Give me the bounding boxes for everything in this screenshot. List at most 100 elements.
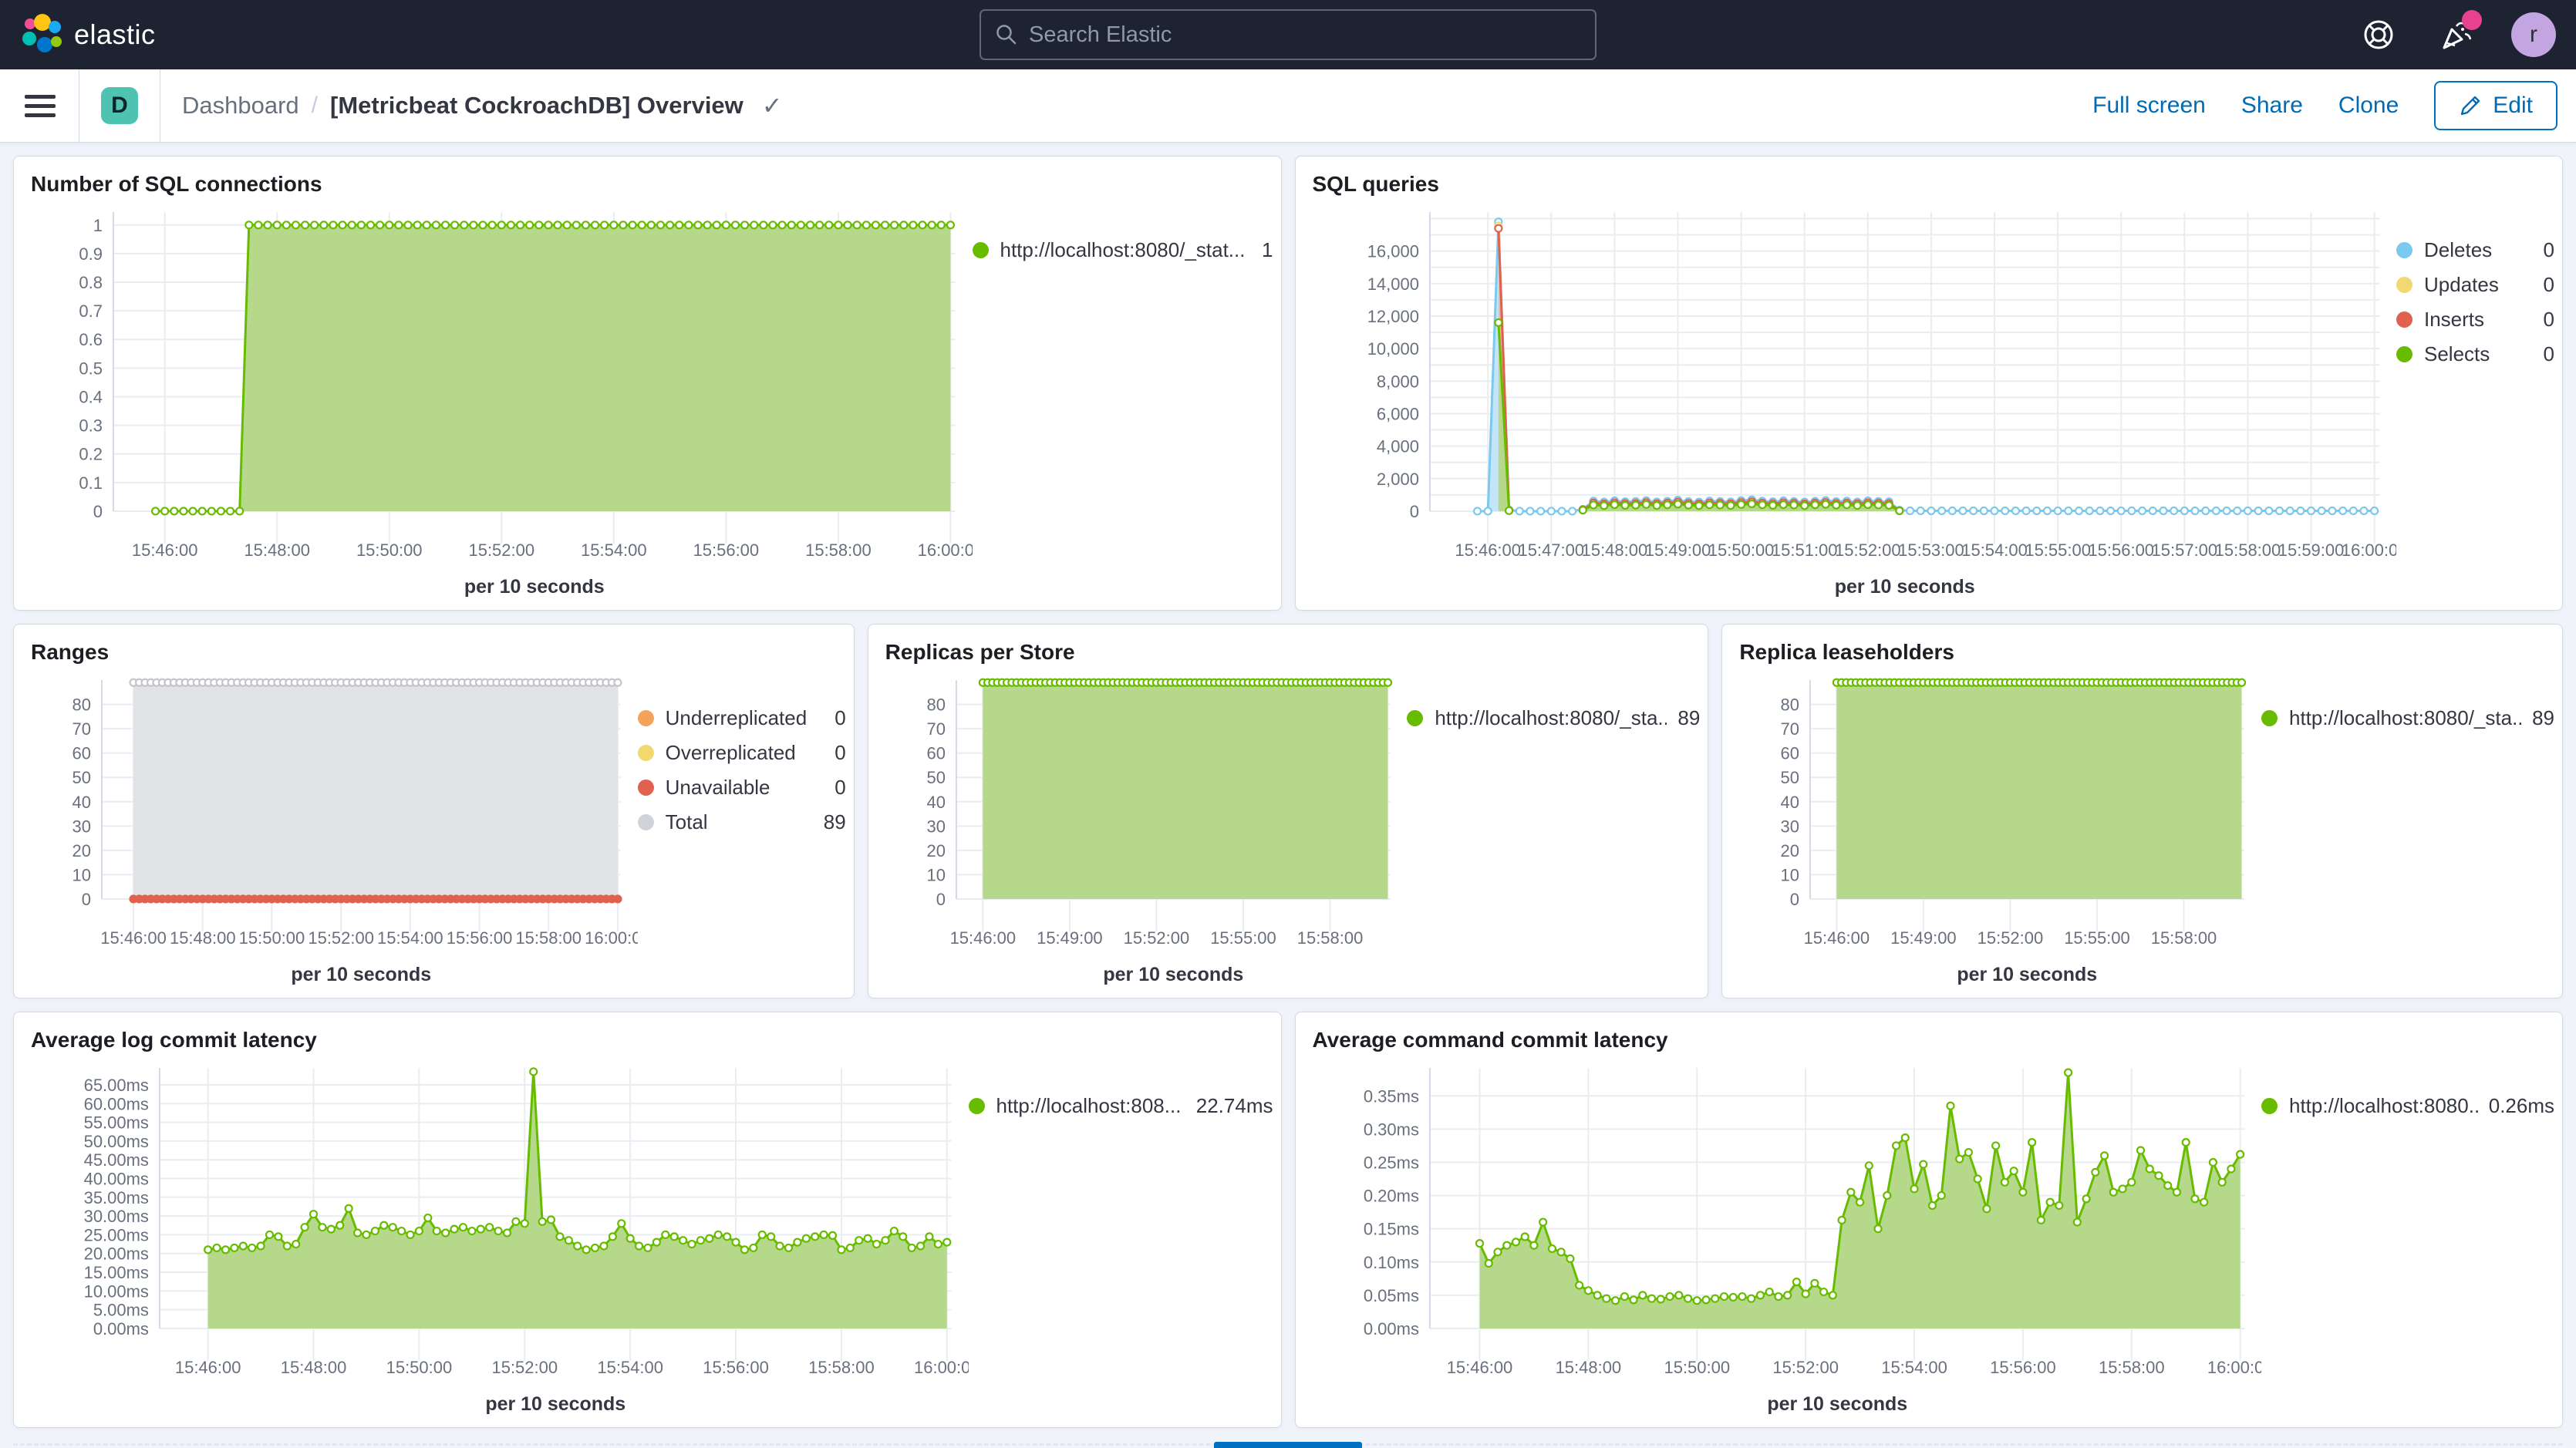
- svg-text:0.25ms: 0.25ms: [1363, 1153, 1418, 1172]
- edit-button[interactable]: Edit: [2434, 81, 2557, 130]
- panel-replica-leaseholders[interactable]: Replica leaseholders 0102030405060708015…: [1721, 624, 2563, 998]
- legend-item[interactable]: Updates0: [2396, 270, 2554, 299]
- elastic-logo[interactable]: elastic: [0, 13, 156, 56]
- panel-ranges[interactable]: Ranges 0102030405060708015:46:0015:48:00…: [13, 624, 855, 998]
- svg-text:15:49:00: 15:49:00: [1890, 928, 1957, 948]
- svg-text:0.35ms: 0.35ms: [1363, 1086, 1418, 1106]
- legend-item[interactable]: http://localhost:8080...0.26ms: [2261, 1091, 2554, 1120]
- svg-text:0.05ms: 0.05ms: [1363, 1286, 1418, 1305]
- svg-text:60: 60: [926, 744, 945, 763]
- svg-text:15:46:00: 15:46:00: [949, 928, 1016, 948]
- share-button[interactable]: Share: [2241, 93, 2303, 119]
- svg-text:16:00:00: 16:00:00: [918, 540, 973, 560]
- legend-series-label: Updates: [2424, 273, 2499, 297]
- x-axis-title: per 10 seconds: [1103, 964, 1243, 985]
- full-screen-button[interactable]: Full screen: [2092, 93, 2206, 119]
- svg-text:0.30ms: 0.30ms: [1363, 1120, 1418, 1139]
- panel-average-log-commit-latency[interactable]: Average log commit latency 0.00ms5.00ms1…: [13, 1012, 1282, 1428]
- svg-text:0.00ms: 0.00ms: [1363, 1319, 1418, 1339]
- svg-text:15:48:00: 15:48:00: [170, 928, 236, 948]
- svg-text:15:55:00: 15:55:00: [2065, 928, 2131, 948]
- svg-text:15:51:00: 15:51:00: [1771, 540, 1837, 560]
- top-navigation-bar: elastic: [0, 0, 2576, 69]
- svg-text:30: 30: [1781, 817, 1799, 836]
- menu-hamburger-icon[interactable]: [25, 89, 56, 123]
- whats-new-button[interactable]: [2434, 13, 2477, 56]
- sql-connections-chart: 00.10.20.30.40.50.60.70.80.9115:46:0015:…: [29, 198, 973, 604]
- legend-item[interactable]: Deletes0: [2396, 235, 2554, 264]
- breadcrumb-dashboard-link[interactable]: Dashboard: [182, 92, 299, 120]
- legend-series-value: 0: [2533, 342, 2554, 366]
- clone-button[interactable]: Clone: [2338, 93, 2399, 119]
- svg-text:40: 40: [1781, 793, 1799, 812]
- svg-text:0.15ms: 0.15ms: [1363, 1220, 1418, 1239]
- legend-item[interactable]: Unavailable0: [638, 773, 846, 802]
- space-badge[interactable]: D: [101, 87, 138, 124]
- search-input[interactable]: [1029, 22, 1522, 48]
- svg-text:0.2: 0.2: [79, 445, 103, 464]
- help-button[interactable]: [2357, 13, 2400, 56]
- legend-item[interactable]: Inserts0: [2396, 305, 2554, 334]
- x-axis-title: per 10 seconds: [1767, 1393, 1907, 1415]
- series-updates: [1495, 223, 1903, 514]
- svg-text:5.00ms: 5.00ms: [93, 1301, 149, 1320]
- svg-text:12,000: 12,000: [1367, 307, 1418, 326]
- legend-item[interactable]: http://localhost:8080/_stat...1: [973, 235, 1273, 264]
- panel-sql-queries[interactable]: SQL queries 02,0004,0006,0008,00010,0001…: [1295, 156, 2564, 611]
- ranges-chart: 0102030405060708015:46:0015:48:0015:50:0…: [29, 666, 638, 992]
- x-axis-labels: 15:46:0015:47:0015:48:0015:49:0015:50:00…: [1455, 540, 2396, 560]
- svg-text:15:50:00: 15:50:00: [1708, 540, 1774, 560]
- svg-text:15:54:00: 15:54:00: [1961, 540, 2028, 560]
- legend-item[interactable]: Total89: [638, 807, 846, 837]
- chart-gridlines: [1429, 212, 2379, 544]
- svg-text:2,000: 2,000: [1376, 470, 1418, 489]
- panel-replicas-per-store[interactable]: Replicas per Store 0102030405060708015:4…: [868, 624, 1709, 998]
- legend-series-value: 22.74ms: [1185, 1094, 1273, 1118]
- global-search[interactable]: [979, 9, 1597, 60]
- svg-text:0.00ms: 0.00ms: [93, 1319, 149, 1339]
- svg-text:0.4: 0.4: [79, 387, 103, 406]
- legend-item[interactable]: http://localhost:8080/_sta...89: [1407, 703, 1700, 732]
- svg-text:20: 20: [926, 841, 945, 860]
- legend-series-dot-icon: [638, 745, 654, 761]
- svg-text:80: 80: [72, 695, 90, 715]
- panel-title: Number of SQL connections: [29, 169, 1273, 198]
- panel-average-command-commit-latency[interactable]: Average command commit latency 0.00ms0.0…: [1295, 1012, 2564, 1428]
- svg-text:15:52:00: 15:52:00: [1978, 928, 2044, 948]
- svg-text:65.00ms: 65.00ms: [84, 1076, 149, 1095]
- breadcrumb-separator: /: [312, 93, 318, 119]
- legend-series-label: Overreplicated: [666, 741, 796, 765]
- series-http-localhost-808-: [204, 1068, 950, 1328]
- legend-item[interactable]: Selects0: [2396, 339, 2554, 369]
- svg-text:0: 0: [936, 890, 945, 909]
- legend-series-dot-icon: [1407, 710, 1423, 726]
- svg-text:30: 30: [72, 817, 90, 836]
- legend-item[interactable]: http://localhost:8080/_sta...89: [2261, 703, 2554, 732]
- y-axis-labels: 0.00ms5.00ms10.00ms15.00ms20.00ms25.00ms…: [84, 1076, 149, 1339]
- svg-text:16:00:00: 16:00:00: [585, 928, 638, 948]
- svg-text:55.00ms: 55.00ms: [84, 1113, 149, 1133]
- legend-item[interactable]: Underreplicated0: [638, 703, 846, 732]
- svg-text:1: 1: [93, 216, 103, 235]
- legend-series-label: Total: [666, 810, 708, 834]
- svg-text:6,000: 6,000: [1376, 404, 1418, 423]
- user-avatar[interactable]: r: [2511, 12, 2556, 57]
- space-selector: D: [79, 69, 160, 143]
- svg-text:40: 40: [72, 793, 90, 812]
- series-http-localhost-8080-sta-: [1833, 679, 2245, 899]
- series-deletes: [1474, 218, 2378, 514]
- legend-series-dot-icon: [973, 242, 989, 258]
- panel-number-of-sql-connections[interactable]: Number of SQL connections 00.10.20.30.40…: [13, 156, 1282, 611]
- legend-item[interactable]: http://localhost:808...22.74ms: [969, 1091, 1273, 1120]
- saved-check-icon[interactable]: ✓: [762, 91, 783, 120]
- y-axis-labels: 00.10.20.30.40.50.60.70.80.91: [79, 216, 103, 521]
- svg-text:15:52:00: 15:52:00: [492, 1358, 558, 1377]
- svg-text:80: 80: [1781, 695, 1799, 715]
- svg-text:40.00ms: 40.00ms: [84, 1169, 149, 1188]
- brand-name: elastic: [74, 19, 156, 51]
- panel-drag-handle[interactable]: [1214, 1442, 1362, 1448]
- x-axis-title: per 10 seconds: [485, 1393, 625, 1415]
- svg-text:14,000: 14,000: [1367, 274, 1418, 294]
- legend-item[interactable]: Overreplicated0: [638, 738, 846, 767]
- svg-text:0.20ms: 0.20ms: [1363, 1187, 1418, 1206]
